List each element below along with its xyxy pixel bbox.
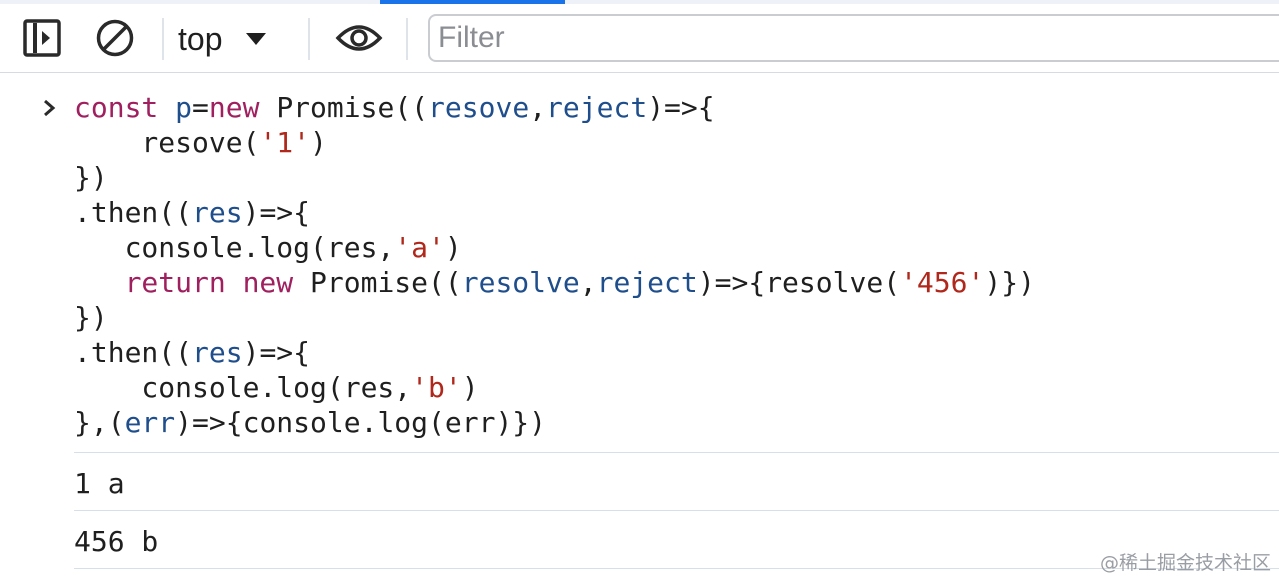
code-line: },(err)=>{console.log(err)})	[74, 405, 1035, 440]
clear-console-icon	[96, 19, 134, 57]
toolbar-divider	[406, 18, 408, 60]
console-output-text: 1 a	[74, 467, 125, 500]
code-line: resove('1')	[74, 125, 1035, 160]
chevron-down-icon	[246, 33, 267, 45]
code-token: .then((	[74, 336, 193, 369]
code-token: p	[175, 91, 193, 124]
code-token: Promise((	[276, 91, 429, 124]
code-line: .then((res)=>{	[74, 195, 1035, 230]
code-token: return new	[74, 266, 311, 299]
code-token: const	[74, 91, 176, 124]
code-token: )	[461, 371, 479, 404]
context-label: top	[178, 20, 223, 57]
code-token: err	[124, 406, 176, 439]
code-token: ,	[579, 266, 597, 299]
code-token: console.log(res,	[74, 371, 412, 404]
code-line: console.log(res,'b')	[74, 370, 1035, 405]
console-output-row: 1 a	[74, 452, 1279, 510]
code-token: })	[74, 301, 108, 334]
code-token: res	[192, 196, 243, 229]
toolbar-divider	[162, 18, 164, 60]
code-token: },(	[74, 406, 125, 439]
row-divider	[74, 568, 1279, 569]
code-token: =	[192, 91, 209, 124]
code-token: new	[208, 91, 277, 124]
code-token: res	[192, 336, 243, 369]
code-token: reject	[546, 91, 648, 124]
chevron-right-icon	[44, 99, 56, 117]
code-token: resove(	[74, 126, 260, 159]
code-line: })	[74, 160, 1035, 195]
code-token: .then((	[74, 196, 193, 229]
code-token: )=>{console.log(err)})	[175, 406, 547, 439]
context-selector[interactable]: top	[178, 16, 267, 62]
code-token: )	[310, 126, 327, 159]
code-line: })	[74, 300, 1035, 335]
clear-console-button[interactable]	[95, 18, 135, 58]
code-token: )=>{resolve(	[697, 266, 901, 299]
console-input-code: const p=new Promise((resove,reject)=>{ r…	[74, 90, 1035, 440]
sidebar-toggle-icon	[23, 19, 61, 57]
code-token: )})	[984, 266, 1035, 299]
code-token: resove	[428, 91, 530, 124]
watermark: @稀土掘金技术社区	[1099, 552, 1271, 574]
code-token: 'b'	[411, 371, 462, 404]
code-token: '1'	[259, 126, 311, 159]
code-token: 'a'	[394, 231, 445, 264]
filter-input[interactable]	[428, 14, 1279, 62]
code-token: ,	[529, 91, 547, 124]
code-token: reject	[596, 266, 698, 299]
code-token: })	[74, 161, 108, 194]
code-token: )=>{	[242, 336, 311, 369]
code-token: '456'	[900, 266, 985, 299]
code-line: console.log(res,'a')	[74, 230, 1035, 265]
code-line: return new Promise((resolve,reject)=>{re…	[74, 265, 1035, 300]
console-output-row: 456 b	[74, 510, 1279, 568]
code-line: .then((res)=>{	[74, 335, 1035, 370]
console-output-text: 456 b	[74, 525, 159, 558]
toolbar-divider	[308, 18, 310, 60]
code-token: )=>{	[647, 91, 715, 124]
code-token: console.log(res,	[74, 231, 395, 264]
eye-icon	[335, 25, 383, 51]
live-expression-button[interactable]	[334, 18, 384, 58]
code-token: resolve	[461, 266, 580, 299]
code-token: )	[444, 231, 462, 264]
code-token: Promise((	[310, 266, 462, 299]
sidebar-toggle-button[interactable]	[22, 18, 62, 58]
code-line: const p=new Promise((resove,reject)=>{	[74, 90, 1035, 125]
console-toolbar: top	[0, 4, 1279, 73]
code-token: )=>{	[242, 196, 311, 229]
